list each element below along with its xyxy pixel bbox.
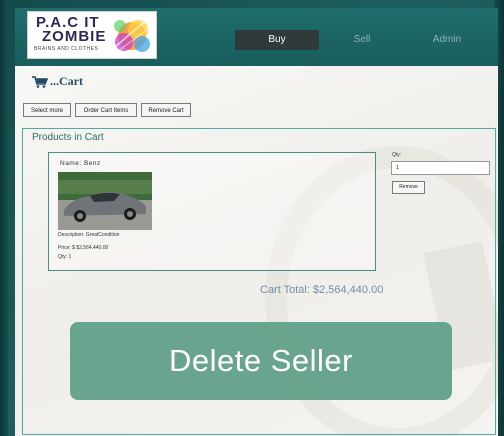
item-name: Name: Benz: [60, 160, 101, 167]
nav-buy[interactable]: Buy: [235, 30, 319, 50]
page-title: ...Cart: [32, 74, 83, 89]
nav-admin[interactable]: Admin: [420, 30, 474, 50]
cart-heading-text: ...Cart: [50, 74, 83, 88]
car-image: [58, 172, 152, 230]
item-description: Description: GreatCondition: [58, 232, 120, 238]
quantity-input[interactable]: [391, 161, 490, 175]
cart-total: Cart Total: $2,564,440.00: [260, 284, 384, 296]
remove-cart-button[interactable]: Remove Cart: [141, 103, 191, 117]
logo-burst-icon: [108, 17, 153, 55]
logo-tagline: BRAINS AND CLOTHES: [34, 46, 99, 52]
nav-sell[interactable]: Sell: [340, 30, 384, 50]
window-frame-left: [0, 0, 8, 436]
item-price: Price: $ $2,564,440.00: [58, 245, 109, 251]
qty-label: Qty:: [392, 152, 402, 158]
item-qty: Qty: 1: [58, 254, 72, 260]
shopping-cart-icon: [32, 76, 48, 89]
select-more-button[interactable]: Select more: [23, 103, 71, 117]
site-logo[interactable]: P.A.C IT ZOMBIE BRAINS AND CLOTHES: [27, 11, 157, 59]
products-title: Products in Cart: [32, 132, 104, 143]
delete-seller-button[interactable]: Delete Seller: [70, 322, 452, 400]
logo-line2: ZOMBIE: [42, 28, 107, 45]
remove-item-button[interactable]: Remove: [392, 181, 425, 194]
order-cart-items-button[interactable]: Order Cart Items: [75, 103, 137, 117]
